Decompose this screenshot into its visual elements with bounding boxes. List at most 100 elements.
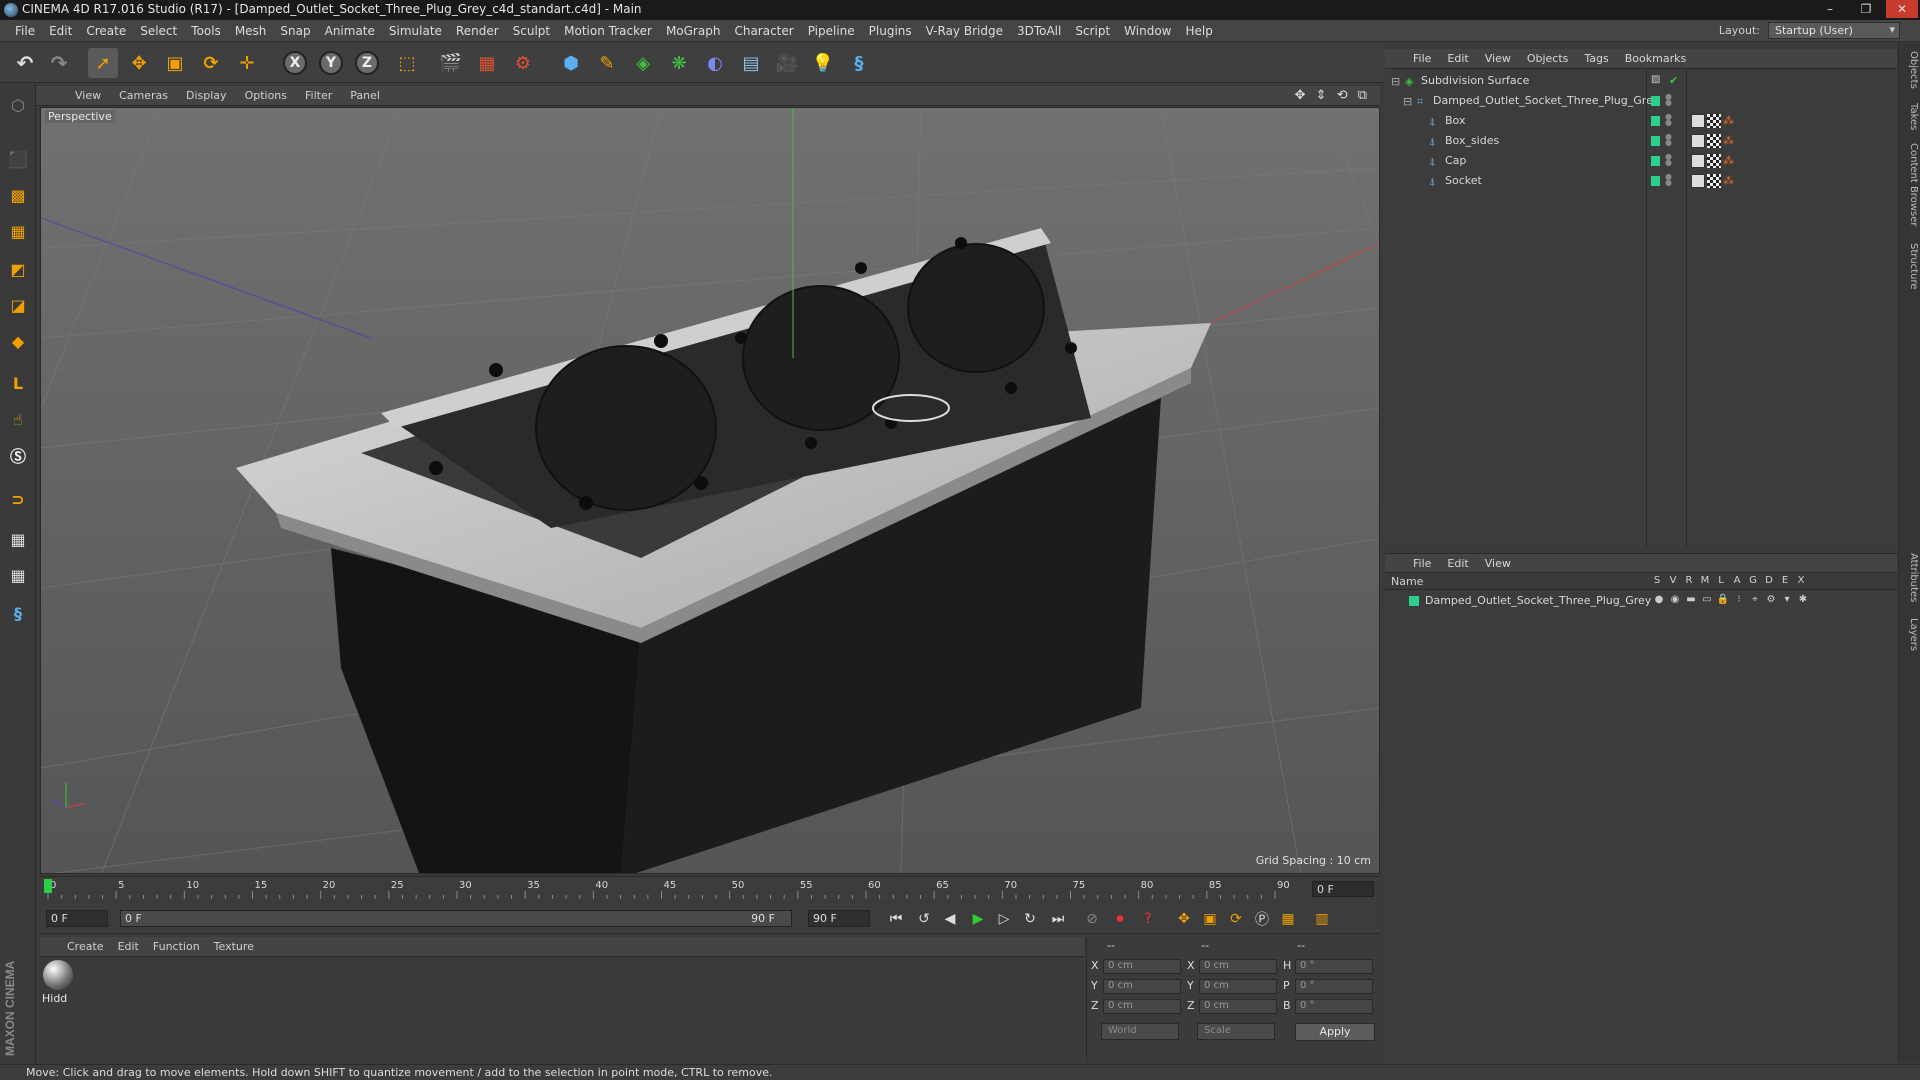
playhead-marker[interactable] (44, 879, 52, 893)
close-button[interactable]: ✕ (1886, 0, 1918, 18)
coord-size-field[interactable]: 0 cm (1199, 979, 1277, 994)
python-script-icon[interactable]: § (3, 598, 33, 628)
layout-select[interactable]: Startup (User) (1768, 22, 1900, 39)
object-row-box[interactable]: ⍋ Box ● ● ⁂ (1385, 113, 1897, 130)
object-row-socket[interactable]: ⍋ Socket ● ● ⁂ (1385, 173, 1897, 190)
menu-v-ray-bridge[interactable]: V-Ray Bridge (919, 24, 1010, 38)
side-tab-attributes[interactable]: Attributes (1901, 553, 1919, 602)
menu-file[interactable]: File (8, 24, 42, 38)
menu-select[interactable]: Select (133, 24, 184, 38)
menu-mesh[interactable]: Mesh (228, 24, 274, 38)
coord-size-field[interactable]: 0 cm (1199, 959, 1277, 974)
model-mode-icon[interactable]: ⬛ (3, 144, 33, 174)
points-mode-icon[interactable]: ◩ (3, 254, 33, 284)
layer-color-swatch[interactable] (1651, 156, 1660, 166)
keyframe-selection-icon[interactable]: ? (1136, 908, 1160, 930)
coord-rotation-field[interactable]: 0 ° (1295, 979, 1373, 994)
texture-mode-icon[interactable]: ▩ (3, 180, 33, 210)
menu-3dtoall[interactable]: 3DToAll (1010, 24, 1068, 38)
coord-position-field[interactable]: 0 cm (1103, 999, 1181, 1014)
layer-flag-l-icon[interactable]: 🔒 (1715, 594, 1731, 605)
y-axis-lock-button[interactable]: Y (319, 51, 343, 75)
object-menu-view[interactable]: View (1477, 52, 1519, 65)
previous-frame-icon[interactable]: ◀ (938, 908, 962, 930)
rotate-tool-icon[interactable]: ⟳ (196, 48, 226, 78)
uvw-tag-icon[interactable] (1691, 174, 1705, 188)
uvw-tag-icon[interactable] (1691, 154, 1705, 168)
menu-snap[interactable]: Snap (273, 24, 317, 38)
layer-column-m[interactable]: M (1697, 575, 1713, 586)
camera-object-icon[interactable]: 🎥 (772, 48, 802, 78)
layer-color-swatch[interactable] (1409, 596, 1419, 606)
layer-flag-g-icon[interactable]: ⌖ (1747, 594, 1763, 605)
layer-column-v[interactable]: V (1665, 575, 1681, 586)
undo-icon[interactable]: ↶ (10, 48, 40, 78)
layer-column-e[interactable]: E (1777, 575, 1793, 586)
layer-row[interactable]: Damped_Outlet_Socket_Three_Plug_Grey ● ◉ ▬ ▭… (1385, 593, 1897, 609)
layer-column-s[interactable]: S (1649, 575, 1665, 586)
material-tag-icon[interactable] (1707, 154, 1721, 168)
spline-pen-icon[interactable]: ✎ (592, 48, 622, 78)
menu-render[interactable]: Render (449, 24, 506, 38)
layer-flag-m-icon[interactable]: ▭ (1699, 594, 1715, 605)
object-row-cap[interactable]: ⍋ Cap ● ● ⁂ (1385, 153, 1897, 170)
coordinate-system-icon[interactable]: ⬚ (392, 48, 422, 78)
menu-create[interactable]: Create (79, 24, 133, 38)
object-name[interactable]: Subdivision Surface (1421, 74, 1529, 87)
object-menu-objects[interactable]: Objects (1519, 52, 1577, 65)
coord-size-field[interactable]: 0 cm (1199, 999, 1277, 1014)
material-menu-function[interactable]: Function (146, 940, 207, 953)
layer-column-x[interactable]: X (1793, 575, 1809, 586)
viewport-menu-options[interactable]: Options (236, 89, 296, 102)
object-menu-tags[interactable]: Tags (1576, 52, 1616, 65)
current-frame-field[interactable]: 0 F (1312, 881, 1374, 897)
layer-flag-a-icon[interactable]: ⁝ (1731, 594, 1747, 605)
material-menu-create[interactable]: Create (60, 940, 111, 953)
minimize-button[interactable]: – (1814, 0, 1846, 18)
layer-menu-edit[interactable]: Edit (1439, 557, 1476, 570)
object-menu-edit[interactable]: Edit (1439, 52, 1476, 65)
floor-object-icon[interactable]: ▤ (736, 48, 766, 78)
material-tag-icon[interactable] (1707, 114, 1721, 128)
viewport-menu-view[interactable]: View (66, 89, 110, 102)
object-menu-file[interactable]: File (1405, 52, 1439, 65)
layer-flag-r-icon[interactable]: ▬ (1683, 594, 1699, 605)
object-name[interactable]: Cap (1445, 154, 1466, 167)
object-name[interactable]: Damped_Outlet_Socket_Three_Plug_Grey (1433, 94, 1659, 107)
key-position-icon[interactable]: ✥ (1172, 908, 1196, 930)
menu-window[interactable]: Window (1117, 24, 1178, 38)
layer-column-l[interactable]: L (1713, 575, 1729, 586)
side-tab-objects[interactable]: Objects (1901, 51, 1919, 89)
layer-color-swatch[interactable] (1651, 116, 1660, 126)
object-row-damped-outlet-socket-three-plug-grey[interactable]: ⊟ ⌗ Damped_Outlet_Socket_Three_Plug_Grey ● … (1385, 93, 1897, 110)
enabled-check-icon[interactable]: ✔ (1669, 74, 1683, 88)
magnet-icon[interactable]: ⊃ (3, 484, 33, 514)
side-tab-structure[interactable]: Structure (1901, 243, 1919, 290)
object-row-box-sides[interactable]: ⍋ Box_sides ● ● ⁂ (1385, 133, 1897, 150)
polygons-mode-icon[interactable]: ◆ (3, 326, 33, 356)
layer-menu-file[interactable]: File (1405, 557, 1439, 570)
viewport-camera-label[interactable]: Perspective (45, 110, 115, 123)
next-frame-icon[interactable]: ▷ (992, 908, 1016, 930)
previous-key-icon[interactable]: ↺ (912, 908, 936, 930)
menu-motion-tracker[interactable]: Motion Tracker (557, 24, 659, 38)
viewport-menu-panel[interactable]: Panel (341, 89, 389, 102)
coord-rotation-field[interactable]: 0 ° (1295, 959, 1373, 974)
selection-tag-icon[interactable]: ⁂ (1723, 174, 1737, 188)
locked-workplane-icon[interactable]: ▦ (3, 524, 33, 554)
menu-edit[interactable]: Edit (42, 24, 79, 38)
menu-character[interactable]: Character (727, 24, 800, 38)
selection-tag-icon[interactable]: ⁂ (1723, 114, 1737, 128)
layer-column-d[interactable]: D (1761, 575, 1777, 586)
mograph-cloner-icon[interactable]: ❋ (664, 48, 694, 78)
scale-tool-icon[interactable]: ▣ (160, 48, 190, 78)
menu-plugins[interactable]: Plugins (862, 24, 919, 38)
layer-color-swatch[interactable] (1651, 96, 1660, 106)
end-frame-field[interactable]: 90 F (808, 910, 870, 927)
viewport-navigation-icons[interactable]: ✥ ⇕ ⟲ ⧉ (1295, 88, 1370, 103)
redo-icon[interactable]: ↷ (44, 48, 74, 78)
menu-simulate[interactable]: Simulate (382, 24, 449, 38)
autokey-icon[interactable]: ⏺ (1108, 908, 1132, 930)
menu-animate[interactable]: Animate (318, 24, 382, 38)
layer-flag-d-icon[interactable]: ⚙ (1763, 594, 1779, 605)
